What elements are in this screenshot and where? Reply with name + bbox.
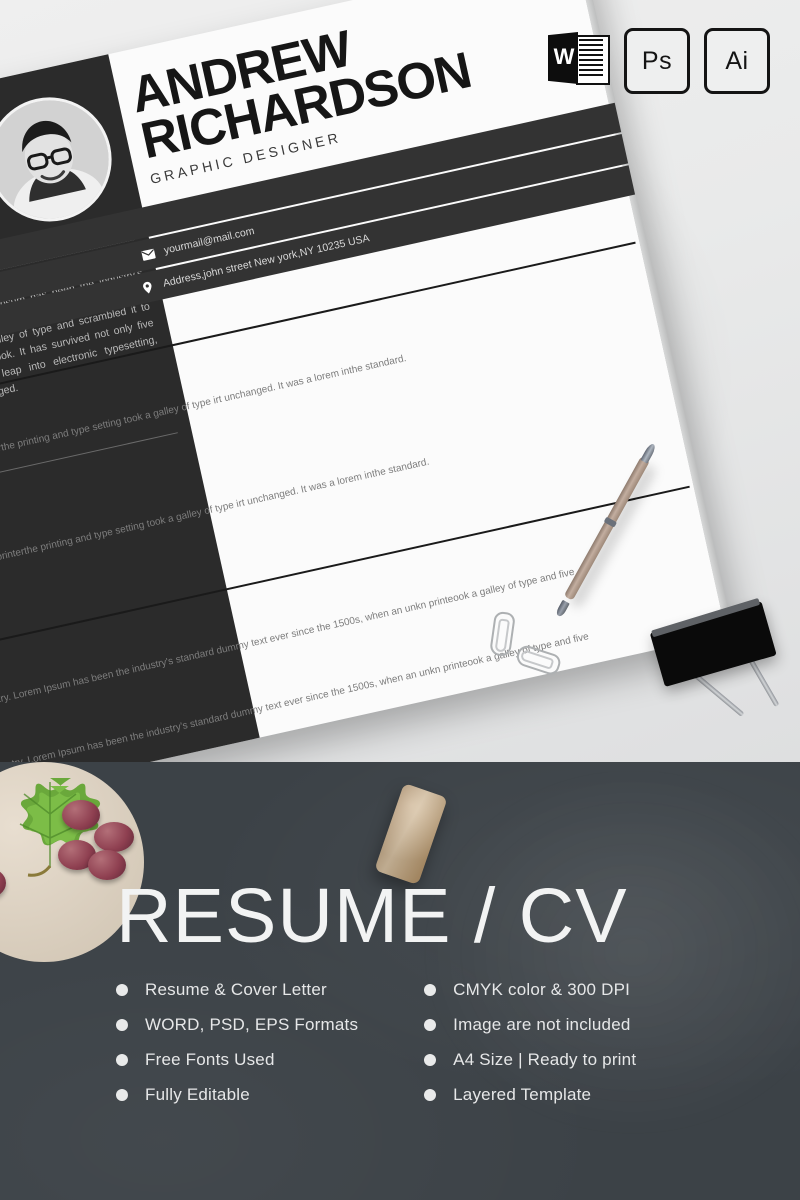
feature-label: Free Fonts Used xyxy=(145,1050,275,1069)
illustrator-badge-label: Ai xyxy=(725,46,749,75)
bullet-icon xyxy=(116,984,128,996)
binder-arm xyxy=(690,670,745,717)
photoshop-badge: Ps xyxy=(624,28,690,94)
bullet-icon xyxy=(424,1019,437,1031)
desk-scene: PROFILE INFO Lorem Ipsum is simply dummy… xyxy=(0,0,800,762)
poster: PROFILE INFO Lorem Ipsum is simply dummy… xyxy=(0,0,800,1200)
feature-column-left: Resume & Cover Letter WORD, PSD, EPS For… xyxy=(116,980,358,1105)
word-lines xyxy=(579,39,603,77)
feature-label: Fully Editable xyxy=(145,1085,250,1104)
bullet-icon xyxy=(116,1054,128,1066)
feature-item: Free Fonts Used xyxy=(116,1050,358,1070)
bullet-icon xyxy=(424,984,437,996)
word-badge: W xyxy=(548,28,610,88)
resume-sheet: PROFILE INFO Lorem Ipsum is simply dummy… xyxy=(0,0,735,762)
feature-item: CMYK color & 300 DPI xyxy=(424,980,636,1000)
illustrator-badge: Ai xyxy=(704,28,770,94)
feature-list: Resume & Cover Letter WORD, PSD, EPS For… xyxy=(116,980,636,1105)
banner-title: RESUME / CV xyxy=(116,873,628,959)
feature-item: WORD, PSD, EPS Formats xyxy=(116,1015,358,1035)
bullet-icon xyxy=(116,1019,128,1031)
feature-item: Fully Editable xyxy=(116,1085,358,1105)
feature-label: Layered Template xyxy=(453,1085,592,1104)
feature-label: A4 Size | Ready to print xyxy=(453,1050,637,1069)
banner-texture xyxy=(380,772,800,1172)
feature-label: Resume & Cover Letter xyxy=(145,980,327,999)
bullet-icon xyxy=(424,1089,437,1101)
feature-item: Resume & Cover Letter xyxy=(116,980,358,1000)
grape xyxy=(94,822,134,852)
bullet-icon xyxy=(424,1054,437,1066)
word-badge-label: W xyxy=(553,44,575,69)
feature-item: Layered Template xyxy=(424,1085,636,1105)
feature-label: WORD, PSD, EPS Formats xyxy=(145,1015,359,1034)
location-icon xyxy=(138,278,156,296)
feature-item: Image are not included xyxy=(424,1015,636,1035)
mail-icon xyxy=(139,245,157,263)
feature-label: Image are not included xyxy=(453,1015,631,1034)
photoshop-badge-label: Ps xyxy=(641,46,673,75)
format-badges: W Ps Ai xyxy=(548,28,770,94)
pen-end xyxy=(554,599,570,618)
feature-item: A4 Size | Ready to print xyxy=(424,1050,636,1070)
feature-label: CMYK color & 300 DPI xyxy=(453,980,631,999)
bullet-icon xyxy=(116,1089,128,1101)
feature-column-right: CMYK color & 300 DPI Image are not inclu… xyxy=(424,980,636,1105)
grape xyxy=(62,800,100,830)
